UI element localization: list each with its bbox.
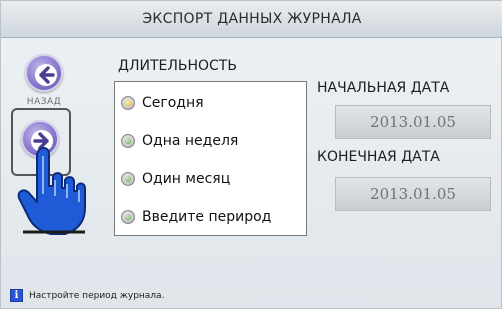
back-label: НАЗАД <box>26 97 62 107</box>
start-date-label: НАЧАЛЬНАЯ ДАТА <box>317 80 450 96</box>
duration-option-label: Введите перирод <box>142 209 272 225</box>
status-text: Настройте период журнала. <box>29 290 165 301</box>
arrow-left-icon <box>35 64 57 86</box>
duration-option-label: Одна неделя <box>142 133 239 149</box>
info-icon: i <box>10 289 23 302</box>
radio-icon[interactable] <box>121 134 135 148</box>
radio-selected-icon[interactable] <box>121 96 135 110</box>
duration-option-month[interactable]: Один месяц <box>121 168 230 190</box>
duration-option-week[interactable]: Одна неделя <box>121 130 238 152</box>
title-bar: ЭКСПОРТ ДАННЫХ ЖУРНАЛА <box>1 1 502 38</box>
start-date-field[interactable]: 2013.01.05 <box>335 105 491 139</box>
pointing-hand-icon <box>17 146 86 235</box>
export-log-screen: ЭКСПОРТ ДАННЫХ ЖУРНАЛА НАЗАД ДЛИТЕЛЬНОСТ… <box>0 0 502 309</box>
duration-heading: ДЛИТЕЛЬНОСТЬ <box>118 58 237 74</box>
duration-option-today[interactable]: Сегодня <box>121 92 204 114</box>
duration-options-panel: Сегодня Одна неделя Один месяц Введите п… <box>114 81 307 236</box>
duration-option-label: Один месяц <box>142 171 231 187</box>
duration-option-custom[interactable]: Введите перирод <box>121 206 271 228</box>
page-title: ЭКСПОРТ ДАННЫХ ЖУРНАЛА <box>142 11 362 27</box>
end-date-label: КОНЕЧНАЯ ДАТА <box>317 149 440 165</box>
duration-option-label: Сегодня <box>142 95 204 111</box>
back-button[interactable] <box>25 54 63 92</box>
status-bar: i Настройте период журнала. <box>10 289 164 302</box>
end-date-field[interactable]: 2013.01.05 <box>335 177 491 211</box>
radio-icon[interactable] <box>121 172 135 186</box>
radio-icon[interactable] <box>121 210 135 224</box>
